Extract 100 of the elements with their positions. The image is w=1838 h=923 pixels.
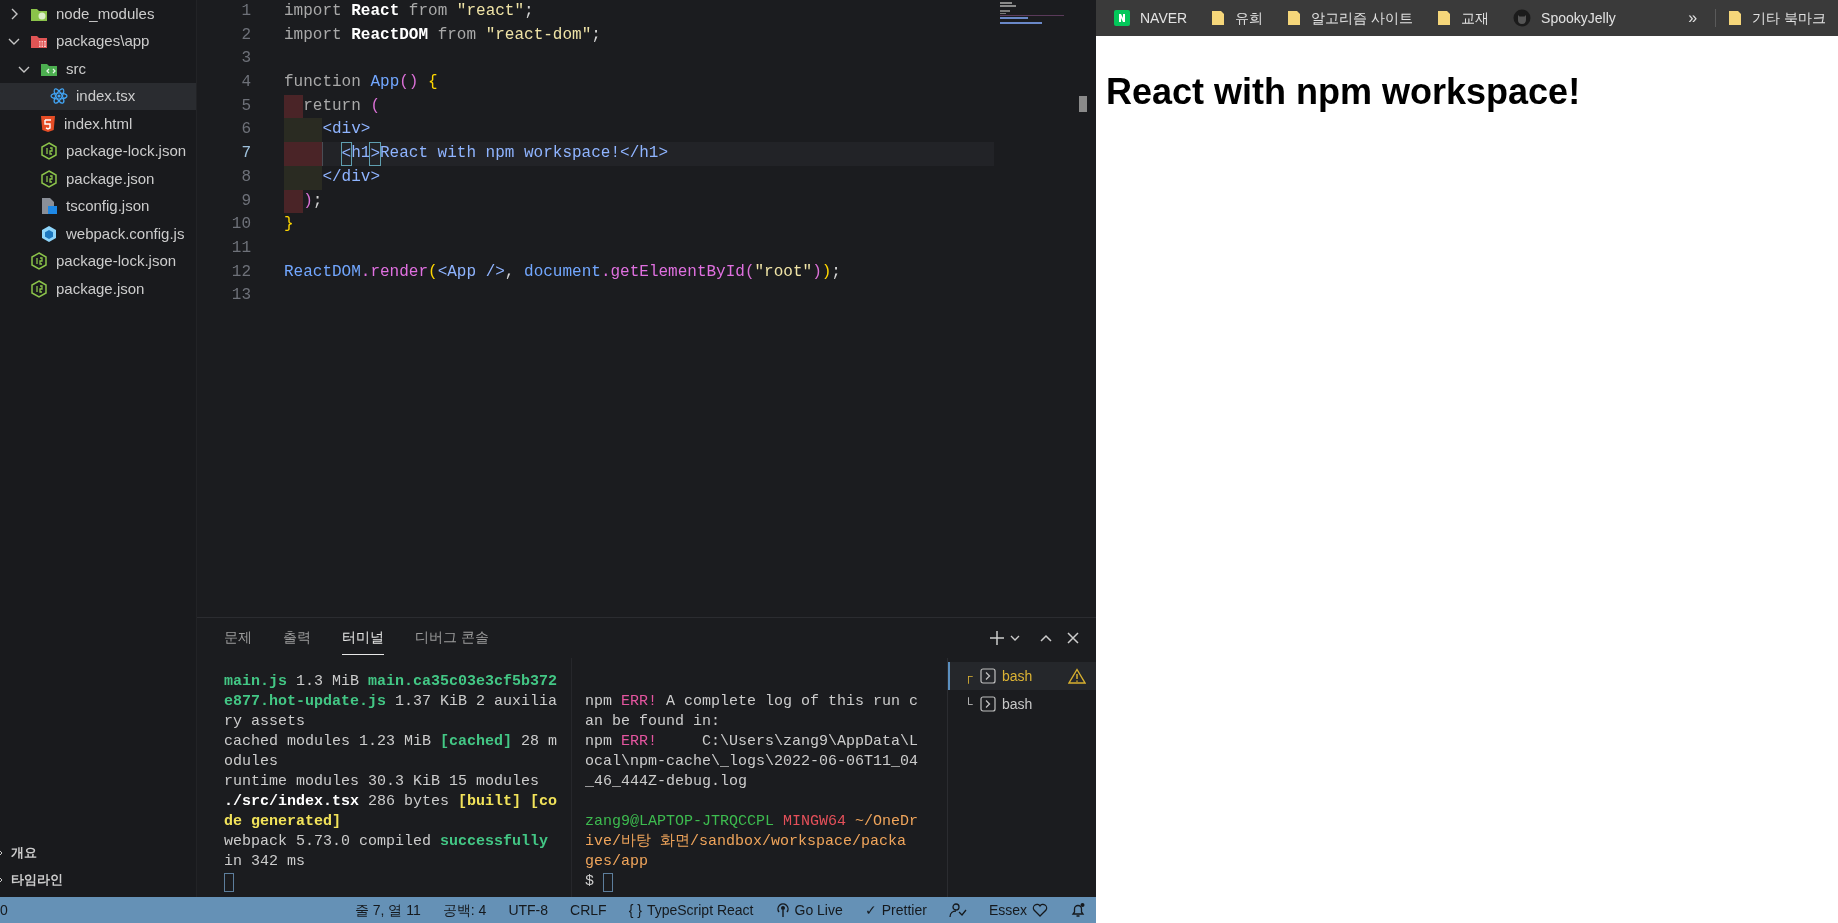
bookmark[interactable]: 교재 [1437, 7, 1490, 29]
tree-item[interactable]: tsconfig.json [0, 192, 196, 220]
tree-item[interactable]: src [0, 55, 196, 83]
tree-item[interactable]: package.json [0, 275, 196, 303]
tree-item[interactable]: index.html [0, 110, 196, 138]
code-line: ReactDOM.render(<App />, document.getElementById("root")); [284, 261, 841, 283]
document-icon [40, 197, 58, 216]
line-number: 4 [240, 72, 251, 94]
code-line: import ReactDOM from "react-dom"; [284, 24, 601, 46]
tree-item[interactable]: package-lock.json [0, 247, 196, 275]
cat-icon [1513, 9, 1532, 27]
line-number: 3 [240, 48, 251, 70]
sidebar-section[interactable]: 개요 [0, 839, 196, 866]
bookmark[interactable]: 유희 [1211, 7, 1264, 29]
terminal-line: npm ERR! A complete log of this run c [585, 692, 919, 712]
terminal-line: e877.hot-update.js 1.37 KiB 2 auxilia [224, 692, 558, 712]
broadcast-icon [775, 902, 790, 918]
status-item[interactable]: Go Live [775, 899, 843, 921]
panel-tab[interactable]: 문제 [224, 621, 252, 655]
bell-icon [1070, 902, 1086, 918]
scrollbar-thumb[interactable] [1079, 96, 1087, 112]
bookmark[interactable]: NAVER [1114, 7, 1188, 29]
terminal-line: ./src/index.tsx 286 bytes [built] [co [224, 792, 558, 812]
page-heading: React with npm workspace! [1106, 70, 1581, 114]
tree-item[interactable]: webpack.config.js [0, 220, 196, 248]
atom-icon [50, 87, 68, 106]
line-number: 1 [240, 1, 251, 22]
terminal-line: ry assets [224, 712, 305, 732]
code-line: return ( [303, 95, 380, 117]
warning-icon [1068, 668, 1086, 684]
shield-icon [40, 114, 56, 133]
panel-tab[interactable]: 출력 [283, 621, 311, 655]
terminal-line: $ [585, 872, 594, 892]
folder-icon [1287, 10, 1302, 26]
terminal-line: _46_444Z-debug.log [585, 772, 748, 792]
terminal-line: ocal\npm-cache\_logs\2022-06-06T11_04 [585, 752, 919, 772]
terminal-tab[interactable]: └ bash [948, 690, 1096, 718]
line-number: 12 [230, 261, 251, 283]
terminal-tab[interactable]: ┌ bash [948, 662, 1096, 690]
terminal-line: runtime modules 30.3 KiB 15 modules [224, 772, 540, 792]
folder-icon [1437, 10, 1452, 26]
line-number: 5 [240, 95, 251, 117]
panel-tab[interactable]: 터미널 [342, 621, 384, 655]
tree-item[interactable]: package-lock.json [0, 137, 196, 165]
notifications-button[interactable] [1070, 902, 1086, 918]
code-line: } [284, 214, 294, 236]
folder-icon [30, 33, 48, 50]
close-icon[interactable] [1066, 631, 1080, 645]
person-icon [948, 902, 967, 918]
plus-icon[interactable] [989, 630, 1005, 646]
terminal-line: in 342 ms [224, 852, 305, 872]
tree-item[interactable]: package.json [0, 165, 196, 193]
hexagon-icon [40, 169, 58, 188]
bookmark[interactable]: 알고리즘 사이트 [1287, 7, 1414, 29]
code-line: <div> [322, 119, 371, 141]
overflow-button[interactable]: » [1682, 6, 1704, 30]
code-line: import React from "react"; [284, 1, 534, 22]
hexagon-icon [30, 279, 48, 298]
status-item[interactable]: { } TypeScript React [628, 899, 754, 921]
terminal-line: cached modules 1.23 MiB [cached] 28 m [224, 732, 558, 752]
status-item[interactable]: UTF-8 [508, 899, 549, 921]
hexagon-icon [40, 142, 58, 161]
line-number: 8 [240, 166, 251, 188]
terminal-line: an be found in: [585, 712, 721, 732]
cube-icon [40, 224, 58, 243]
status-item[interactable]: 줄 7, 열 11 [354, 899, 421, 921]
feedback-button[interactable] [948, 902, 967, 918]
status-item[interactable]: 0 [0, 899, 8, 921]
status-item[interactable]: ✓ Prettier [864, 899, 927, 921]
line-number: 7 [240, 143, 251, 165]
terminal-line: ive/바탕 화면/sandbox/workspace/packa [585, 832, 907, 852]
square-logo-icon [1114, 10, 1130, 26]
terminal-icon [980, 668, 996, 684]
terminal-line: odules [224, 752, 278, 772]
status-item[interactable]: CRLF [570, 899, 607, 921]
terminal-icon [980, 696, 996, 712]
sidebar-section[interactable]: 타임라인 [0, 866, 196, 893]
terminal-line: main.js 1.3 MiB main.ca35c03e3cf5b372 [224, 672, 558, 692]
terminal-line: zang9@LAPTOP-JTRQCCPL MINGW64 ~/OneDr [585, 812, 919, 832]
bookmark[interactable]: SpookyJelly [1513, 7, 1616, 29]
tree-item[interactable]: packages\app [0, 27, 196, 55]
line-number: 2 [240, 24, 251, 46]
line-number: 13 [230, 285, 251, 307]
terminal-line: webpack 5.73.0 compiled successfully [224, 832, 549, 852]
line-number: 10 [230, 214, 251, 236]
line-number: 9 [240, 190, 251, 212]
terminal-line: de generated] [224, 812, 342, 832]
chevron-down-icon[interactable] [1010, 633, 1020, 643]
tree-item[interactable]: node_modules [0, 0, 196, 28]
tree-item[interactable]: index.tsx [0, 82, 196, 110]
folder-icon [1211, 10, 1226, 26]
code-line: </div> [322, 166, 380, 188]
status-item[interactable]: Essex [988, 899, 1048, 921]
panel-tab[interactable]: 디버그 콘솔 [415, 621, 489, 655]
heart-icon [1032, 903, 1048, 917]
folder-icon [1728, 10, 1743, 26]
terminal-line: npm ERR! C:\Users\zang9\AppData\L [585, 732, 919, 752]
status-item[interactable]: 공백: 4 [442, 899, 487, 921]
bookmark[interactable]: 기타 북마크 [1728, 7, 1826, 29]
line-number: 11 [230, 237, 251, 259]
